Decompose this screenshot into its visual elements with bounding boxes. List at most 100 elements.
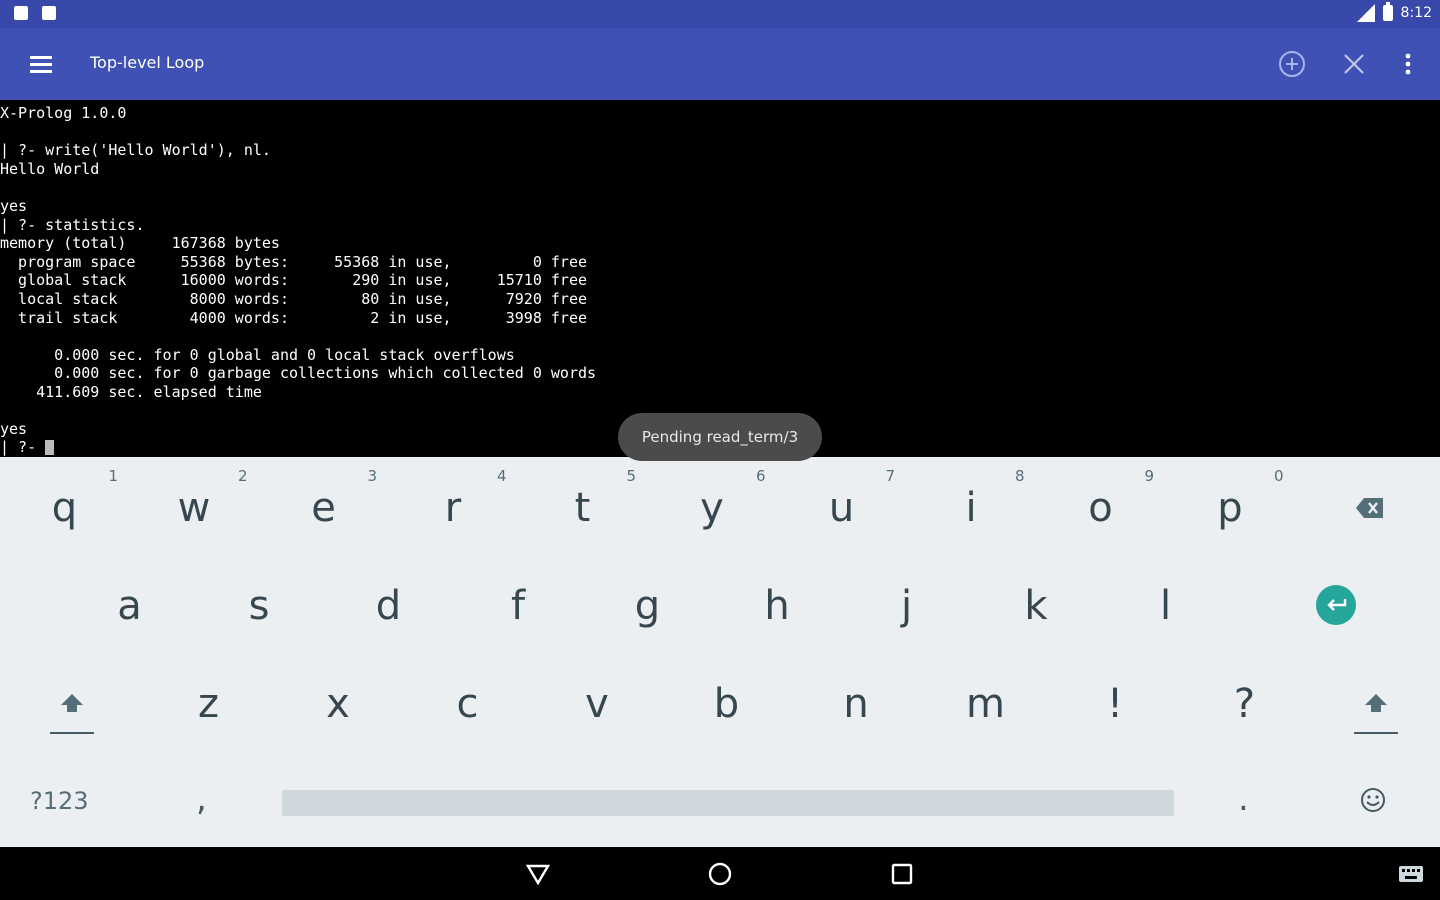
back-triangle-icon	[526, 864, 550, 885]
key-label: !	[1106, 681, 1124, 727]
period-key[interactable]: .	[1238, 779, 1249, 819]
key-label: h	[764, 583, 790, 629]
status-bar: 8:12	[0, 0, 1440, 28]
backspace-key[interactable]	[1305, 457, 1434, 555]
console-text: X-Prolog 1.0.0 | ?- write('Hello World'),…	[0, 100, 1440, 439]
shift-key-right[interactable]	[1346, 683, 1406, 743]
key[interactable]: y6	[648, 457, 777, 555]
soft-keyboard: q1w2e3r4t5y6u7i8o9p0 asdfghjkl z x c v b n m!?…	[0, 457, 1440, 847]
key[interactable]: z	[144, 653, 273, 751]
key[interactable]: b	[662, 653, 791, 751]
key[interactable]: e3	[259, 457, 388, 555]
shift-key-left[interactable]	[42, 683, 102, 743]
backspace-icon	[1356, 498, 1383, 518]
key[interactable]: r4	[389, 457, 518, 555]
key[interactable]: f	[454, 555, 583, 653]
app-toolbar: Top-level Loop	[0, 28, 1440, 100]
key-hint: 5	[626, 467, 637, 485]
console-line: 0.000 sec. for 0 global and 0 local stac…	[0, 345, 515, 364]
key[interactable]: v	[533, 653, 662, 751]
terminal-output[interactable]: X-Prolog 1.0.0 | ?- write('Hello World'),…	[0, 100, 1440, 457]
key[interactable]: u7	[777, 457, 906, 555]
key-hint: 3	[367, 467, 378, 485]
key-label: o	[1088, 485, 1113, 531]
key-label: x	[326, 681, 350, 727]
key-hint: 7	[885, 467, 896, 485]
key-label: y	[700, 485, 724, 531]
key[interactable]: c	[403, 653, 532, 751]
notification-icons	[14, 6, 56, 20]
page-title: Top-level Loop	[90, 53, 205, 72]
more-vert-icon	[1405, 53, 1411, 75]
key[interactable]: a	[65, 555, 194, 653]
hamburger-icon	[30, 52, 52, 77]
symbols-key[interactable]: ?123	[30, 787, 89, 815]
key[interactable]: !	[1051, 653, 1180, 751]
key-hint: 2	[238, 467, 248, 485]
enter-arrow-icon	[1327, 599, 1347, 611]
navigation-bar	[0, 847, 1440, 900]
console-line: 411.609 sec. elapsed time	[0, 382, 262, 401]
key[interactable]: g	[583, 555, 712, 653]
key-label: k	[1024, 583, 1048, 629]
key-hint: 6	[756, 467, 766, 485]
console-line: 0.000 sec. for 0 garbage collections whi…	[0, 364, 597, 383]
key[interactable]: h	[713, 555, 842, 653]
key[interactable]: ?	[1180, 653, 1309, 751]
back-button[interactable]	[525, 861, 551, 887]
key[interactable]: o9	[1036, 457, 1165, 555]
more-options-button[interactable]	[1390, 46, 1426, 82]
key-label: v	[585, 681, 609, 727]
key[interactable]: j	[842, 555, 971, 653]
key-label: a	[117, 583, 142, 629]
text-cursor	[45, 440, 55, 455]
emoji-icon	[1361, 788, 1385, 812]
key[interactable]: x	[274, 653, 403, 751]
recents-button[interactable]	[889, 861, 915, 887]
keyboard-icon	[1399, 866, 1423, 882]
key[interactable]: s	[195, 555, 324, 653]
key[interactable]: w2	[130, 457, 259, 555]
space-key[interactable]	[282, 790, 1174, 816]
notification-icon	[42, 6, 56, 20]
key-hint: 4	[497, 467, 507, 485]
key-hint: 9	[1144, 467, 1155, 485]
menu-button[interactable]	[22, 46, 60, 82]
close-button[interactable]	[1336, 46, 1372, 82]
key-label: i	[965, 485, 977, 531]
keyboard-switch-button[interactable]	[1398, 861, 1424, 887]
add-button[interactable]	[1274, 46, 1310, 82]
key-label: n	[843, 681, 869, 727]
shift-icon	[1365, 694, 1387, 712]
shift-icon	[61, 694, 83, 712]
key-label: u	[828, 485, 855, 531]
prompt-text: | ?-	[0, 438, 46, 456]
prompt-line[interactable]: | ?-	[0, 438, 55, 456]
key[interactable]: q1	[0, 457, 129, 555]
key-label: m	[966, 681, 1005, 727]
enter-key[interactable]	[1316, 585, 1356, 625]
key[interactable]: i8	[907, 457, 1036, 555]
emoji-key[interactable]	[1360, 787, 1386, 817]
key-label: g	[634, 583, 661, 629]
console-line: local stack 8000 words: 80 in use, 7920 …	[0, 289, 587, 308]
key-label: c	[456, 681, 479, 727]
key-label: w	[177, 485, 211, 531]
key-label: j	[900, 583, 913, 629]
console-line: X-Prolog 1.0.0	[0, 104, 127, 122]
key[interactable]: n	[792, 653, 921, 751]
console-line: | ?- statistics.	[0, 215, 145, 234]
comma-key[interactable]: ,	[196, 779, 207, 819]
home-circle-icon	[708, 862, 732, 886]
key-label: ?	[1233, 681, 1256, 727]
key[interactable]: t5	[518, 457, 647, 555]
key-label: f	[510, 583, 526, 629]
key[interactable]: k	[972, 555, 1101, 653]
key[interactable]: p0	[1166, 457, 1295, 555]
home-button[interactable]	[707, 861, 733, 887]
key[interactable]: l	[1101, 555, 1230, 653]
key[interactable]: m	[921, 653, 1050, 751]
key[interactable]: d	[324, 555, 453, 653]
